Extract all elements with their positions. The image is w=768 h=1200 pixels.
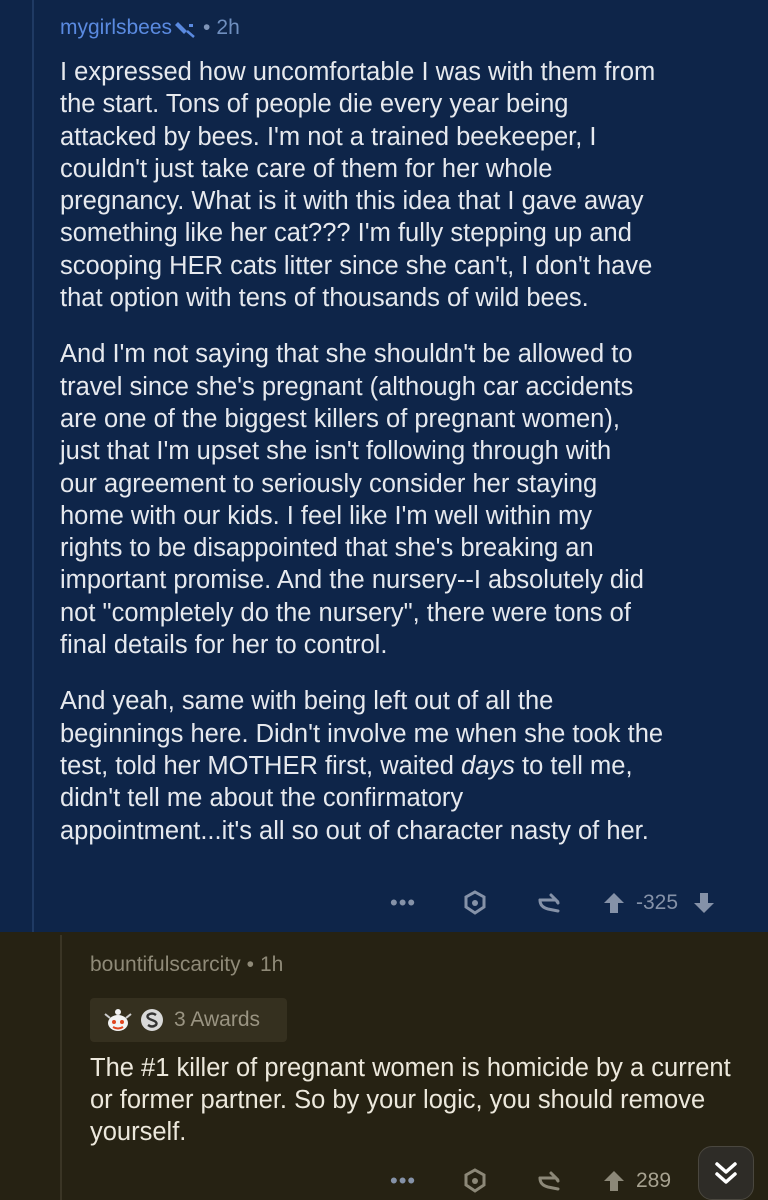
op-comment: mygirlsbees • 2h I expressed how uncomfo… [0, 0, 768, 932]
upvote-button[interactable] [602, 891, 626, 915]
collapse-thread-button[interactable] [698, 1146, 754, 1200]
paragraph: I expressed how uncomfortable I was with… [60, 58, 656, 313]
thread-line[interactable] [60, 935, 62, 1200]
silver-award-icon [140, 1008, 164, 1032]
timestamp: 1h [259, 953, 284, 976]
paragraph: And yeah, same with being left out of al… [60, 685, 750, 846]
username[interactable]: bountifulscarcity [90, 953, 241, 977]
share-button[interactable] [536, 891, 564, 915]
award-icon [464, 890, 486, 915]
paragraph: The #1 killer of pregnant women is homic… [90, 1054, 731, 1146]
paragraph: And I'm not saying that she shouldn't be… [60, 340, 644, 660]
awards-badge[interactable]: 3 Awards [90, 998, 287, 1042]
double-chevron-down-icon [715, 1162, 737, 1184]
timestamp: 2h [216, 16, 240, 39]
separator-dot: • [246, 953, 254, 976]
share-icon [538, 893, 560, 913]
comment-actions: ••• -325 [390, 886, 716, 920]
upvote-arrow-icon [604, 1171, 624, 1191]
vote-score: -325 [636, 891, 679, 914]
downvote-arrow-icon [694, 893, 715, 913]
more-options-button[interactable]: ••• [390, 890, 430, 916]
thread-line[interactable] [32, 0, 34, 932]
comment-body: The #1 killer of pregnant women is homic… [90, 1052, 750, 1148]
op-mic-icon [175, 18, 197, 38]
emphasis-text: days [461, 751, 515, 780]
wholesome-award-icon [102, 1006, 134, 1034]
upvote-button[interactable] [602, 1169, 626, 1193]
awards-count: 3 Awards [174, 1008, 260, 1031]
comment-body: I expressed how uncomfortable I was with… [60, 56, 750, 871]
downvote-button[interactable] [692, 891, 716, 915]
comment-header: bountifulscarcity • 1h [90, 950, 283, 980]
award-icon [464, 1168, 486, 1193]
comment-actions: ••• 289 [390, 1164, 671, 1198]
more-options-button[interactable]: ••• [390, 1168, 430, 1194]
share-button[interactable] [536, 1169, 564, 1193]
upvote-arrow-icon [604, 893, 624, 913]
vote-score: 289 [636, 1169, 672, 1192]
comment-header: mygirlsbees • 2h [60, 14, 240, 42]
award-button[interactable] [460, 1167, 490, 1195]
award-button[interactable] [460, 889, 490, 917]
separator-dot: • [203, 16, 211, 39]
username[interactable]: mygirlsbees [60, 16, 172, 40]
share-icon [538, 1171, 560, 1191]
